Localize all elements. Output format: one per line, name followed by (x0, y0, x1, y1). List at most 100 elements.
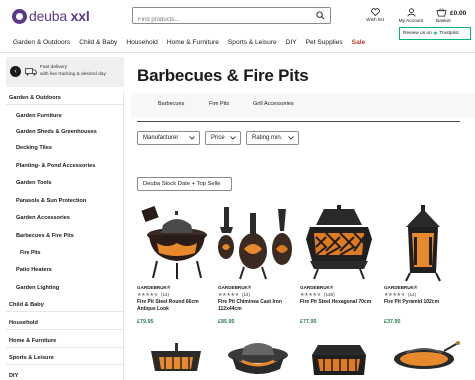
product-brand: GARDEBRUK® (218, 285, 252, 290)
sidebar-item[interactable]: Garden Furniture (16, 113, 62, 119)
main-nav: Garden & Outdoors Child & Baby Household… (13, 39, 374, 46)
filter-manufacturer-label: Manufacturer (143, 135, 179, 141)
sidebar-item[interactable]: Home & Furniture (9, 338, 56, 344)
sidebar-item[interactable]: Decking Tiles (16, 145, 52, 151)
product-image (306, 205, 372, 280)
product-image (218, 207, 292, 280)
sidebar-item[interactable]: Garden & Outdoors (9, 95, 61, 101)
sidebar-divider (6, 311, 124, 312)
chevron-down-icon (288, 136, 294, 140)
logo-mark-icon (12, 8, 27, 24)
filter-price[interactable]: Price (205, 131, 241, 145)
product-price: £85.95 (218, 319, 235, 325)
filter-rating[interactable]: Rating min. (246, 131, 299, 145)
product-price: £37.95 (384, 319, 401, 325)
logo-text: deuba xxl (29, 8, 90, 24)
product-image (228, 343, 288, 374)
basket-icon (436, 8, 447, 17)
rating-stars: ★★★★★ (126) (300, 292, 335, 298)
truck-icon (25, 68, 37, 76)
product-image (141, 205, 207, 279)
trustpilot-badge[interactable]: Review us on ★ Trustpilot (399, 27, 471, 40)
sidebar-divider (6, 347, 124, 348)
chevron-left-icon[interactable]: ‹ (10, 66, 21, 77)
product-card[interactable] (218, 341, 296, 380)
search-icon[interactable] (316, 11, 325, 20)
sidebar-item[interactable]: Garden Lighting (16, 285, 59, 291)
promo-line-2: with live tracking & desired day (40, 71, 106, 77)
basket-total: £0.00 (450, 10, 467, 17)
trustpilot-brand: Trustpilot (439, 31, 459, 36)
sidebar-item[interactable]: Parasols & Sun Protection (16, 198, 86, 204)
sidebar-item[interactable]: Planting- & Pond Accessories (16, 163, 95, 169)
product-name[interactable]: Fire Pit Steel Hexagonal 70cm (300, 299, 376, 306)
filter-rating-label: Rating min. (252, 135, 283, 141)
sidebar-item[interactable]: Barbecues & Fire Pits (16, 233, 74, 239)
sort-select[interactable]: Deuba Stock Date + Top Selle (137, 177, 232, 191)
product-image (151, 343, 201, 371)
wishlist-label: Wish list (366, 18, 384, 23)
nav-garden-outdoors[interactable]: Garden & Outdoors (13, 39, 70, 46)
sidebar-item[interactable]: Household (9, 320, 38, 326)
product-name[interactable]: Fire Pit Pyramid 102cm (384, 299, 460, 306)
product-name[interactable]: Fire Pit Steel Round 66cm Antique Look (137, 299, 213, 313)
product-brand: GARDEBRUK® (384, 285, 418, 290)
nav-sale[interactable]: Sale (352, 39, 366, 46)
subcategory-bar: Barbecues Fire Pits Grill Accessories (131, 93, 475, 117)
subcategory-grill-accessories[interactable]: Grill Accessories (253, 101, 294, 107)
review-count: (126) (323, 292, 335, 297)
rating-stars: ★★★★★ (14) (218, 292, 251, 298)
product-card[interactable] (300, 341, 378, 380)
user-icon (406, 8, 416, 17)
search-input[interactable] (133, 12, 308, 28)
sidebar-item[interactable]: Garden Tools (16, 180, 52, 186)
nav-sports-leisure[interactable]: Sports & Leisure (228, 39, 277, 46)
sidebar-item[interactable]: Garden Sheds & Greenhouses (16, 129, 97, 135)
sidebar-item[interactable]: Child & Baby (9, 302, 44, 308)
heart-icon (370, 8, 380, 16)
review-count: (14) (407, 292, 417, 297)
sidebar-divider (6, 104, 124, 105)
account-label: My Account (398, 19, 424, 24)
chevron-down-icon (230, 136, 236, 140)
delivery-promo: ‹ Fast delivery with live tracking & des… (6, 57, 124, 87)
wishlist-button[interactable]: Wish list (364, 8, 386, 23)
search-bar (132, 7, 331, 28)
filter-manufacturer[interactable]: Manufacturer (137, 131, 200, 145)
account-button[interactable]: My Account (396, 8, 426, 24)
logo[interactable]: deuba xxl (12, 8, 90, 24)
sidebar-item[interactable]: Patio Heaters (16, 267, 52, 273)
subcategory-divider (137, 121, 460, 122)
product-name[interactable]: Fire Pit Chiminea Cast Iron 112x44cm (218, 299, 294, 313)
page-title: Barbecues & Fire Pits (137, 66, 309, 85)
product-card[interactable] (384, 341, 462, 380)
nav-home-furniture[interactable]: Home & Furniture (167, 39, 219, 46)
product-brand: GARDEBRUK® (137, 285, 171, 290)
rating-stars: ★★★★★ (14) (137, 292, 170, 298)
nav-diy[interactable]: DIY (286, 39, 297, 46)
trustpilot-star-icon: ★ (432, 31, 439, 37)
subcategory-barbecues[interactable]: Barbecues (158, 101, 184, 107)
basket-label: Basket (436, 19, 451, 24)
product-price: £77.95 (300, 319, 317, 325)
sidebar-divider (6, 329, 124, 330)
product-image (405, 205, 441, 282)
nav-pet-supplies[interactable]: Pet Supplies (306, 39, 343, 46)
product-card[interactable] (137, 341, 215, 380)
product-image (312, 345, 366, 375)
subcategory-fire-pits[interactable]: Fire Pits (209, 101, 229, 107)
sidebar-item[interactable]: Sports & Leisure (9, 355, 54, 361)
sidebar-divider (6, 364, 124, 365)
category-sidebar: Garden & Outdoors Garden Furniture Garden … (0, 92, 124, 380)
header-divider (0, 52, 475, 53)
review-count: (14) (160, 292, 170, 297)
rating-stars: ★★★★★ (14) (384, 292, 417, 298)
basket-button[interactable]: £0.00 Basket (436, 8, 472, 24)
sidebar-item[interactable]: Garden Accessories (16, 215, 70, 221)
promo-text: Fast delivery with live tracking & desir… (40, 65, 120, 78)
sidebar-item[interactable]: Fire Pits (20, 250, 40, 256)
nav-child-baby[interactable]: Child & Baby (79, 39, 117, 46)
nav-household[interactable]: Household (126, 39, 158, 46)
filter-price-label: Price (211, 135, 225, 141)
sidebar-item[interactable]: DIY (9, 373, 18, 379)
